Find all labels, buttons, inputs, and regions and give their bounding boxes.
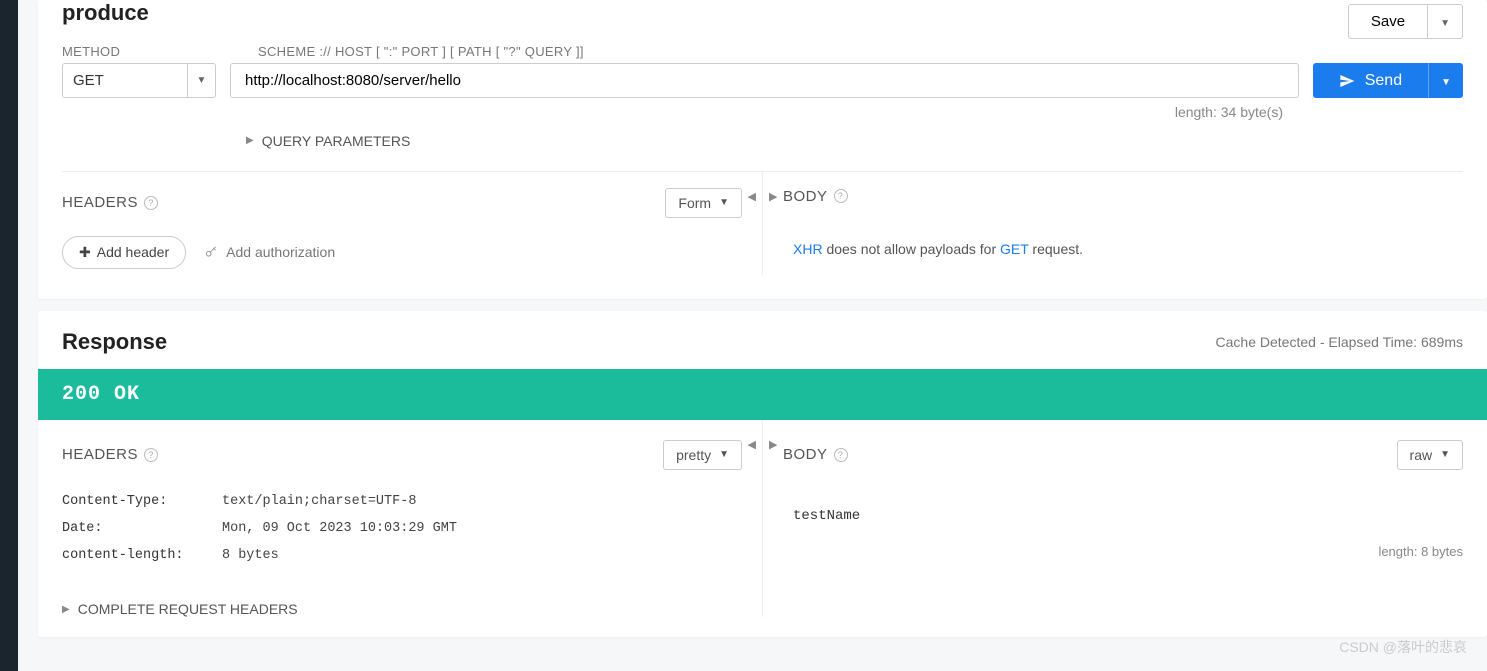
collapse-right-icon[interactable]: ▶ <box>769 190 777 203</box>
request-headers-label: HEADERS ? <box>62 194 158 211</box>
body-raw-select[interactable]: raw ▼ <box>1397 440 1463 470</box>
response-headers-label: HEADERS ? <box>62 446 158 463</box>
response-body-length: length: 8 bytes <box>783 544 1463 559</box>
method-caret-icon: ▼ <box>187 64 215 97</box>
add-header-button[interactable]: ✚ Add header <box>62 236 186 269</box>
query-params-label: QUERY PARAMETERS <box>262 133 411 149</box>
help-icon[interactable]: ? <box>144 196 158 210</box>
collapse-right-icon[interactable]: ▶ <box>769 438 777 451</box>
response-body-label: BODY ? <box>783 446 848 463</box>
headers-pretty-select[interactable]: pretty ▼ <box>663 440 742 470</box>
help-icon[interactable]: ? <box>834 189 848 203</box>
method-select[interactable]: GET ▼ <box>62 63 216 98</box>
save-dropdown-button[interactable]: ▼ <box>1428 4 1463 39</box>
body-restriction-message: XHR does not allow payloads for GET requ… <box>783 223 1463 275</box>
header-row: content-length:8 bytes <box>62 542 742 569</box>
method-label: METHOD <box>62 44 230 59</box>
caret-down-icon: ▼ <box>1441 77 1451 88</box>
plus-icon: ✚ <box>79 244 91 261</box>
response-title: Response <box>62 329 167 355</box>
response-headers-table: Content-Type:text/plain;charset=UTF-8 Da… <box>62 488 742 569</box>
caret-down-icon: ▼ <box>719 197 729 208</box>
triangle-right-icon: ▶ <box>62 604 70 615</box>
caret-down-icon: ▼ <box>1440 18 1450 29</box>
header-row: Date:Mon, 09 Oct 2023 10:03:29 GMT <box>62 515 742 542</box>
help-icon[interactable]: ? <box>834 448 848 462</box>
collapse-left-icon[interactable]: ◀ <box>748 190 756 203</box>
collapse-left-icon[interactable]: ◀ <box>748 438 756 451</box>
query-params-toggle[interactable]: ▶ QUERY PARAMETERS <box>246 133 410 149</box>
left-rail <box>0 0 18 671</box>
status-bar: 200 OK <box>38 369 1487 420</box>
save-button-group: Save ▼ <box>1348 4 1463 39</box>
url-label: SCHEME :// HOST [ ":" PORT ] [ PATH [ "?… <box>230 44 1463 59</box>
request-panel: produce Save ▼ METHOD SCHEME :// HOST [ … <box>38 0 1487 299</box>
complete-request-headers-toggle[interactable]: ▶ COMPLETE REQUEST HEADERS <box>62 601 298 617</box>
headers-form-select[interactable]: Form ▼ <box>665 188 742 218</box>
response-panel: Response Cache Detected - Elapsed Time: … <box>38 311 1487 638</box>
url-length-text: length: 34 byte(s) <box>62 104 1463 120</box>
method-value: GET <box>63 64 187 97</box>
send-label: Send <box>1365 72 1402 90</box>
request-body-label: BODY ? <box>783 188 848 205</box>
save-button[interactable]: Save <box>1348 4 1428 39</box>
header-row: Content-Type:text/plain;charset=UTF-8 <box>62 488 742 515</box>
caret-down-icon: ▼ <box>719 449 729 460</box>
response-body-content: testName <box>783 488 1463 544</box>
response-meta: Cache Detected - Elapsed Time: 689ms <box>1216 334 1463 350</box>
help-icon[interactable]: ? <box>144 448 158 462</box>
caret-down-icon: ▼ <box>1440 449 1450 460</box>
send-dropdown-button[interactable]: ▼ <box>1428 63 1463 98</box>
send-button[interactable]: Send <box>1313 63 1428 98</box>
key-icon <box>204 245 218 259</box>
paper-plane-icon <box>1339 73 1355 89</box>
add-authorization-button[interactable]: Add authorization <box>204 244 335 260</box>
url-input[interactable] <box>230 63 1299 98</box>
request-title: produce <box>62 0 149 26</box>
triangle-right-icon: ▶ <box>246 135 254 146</box>
